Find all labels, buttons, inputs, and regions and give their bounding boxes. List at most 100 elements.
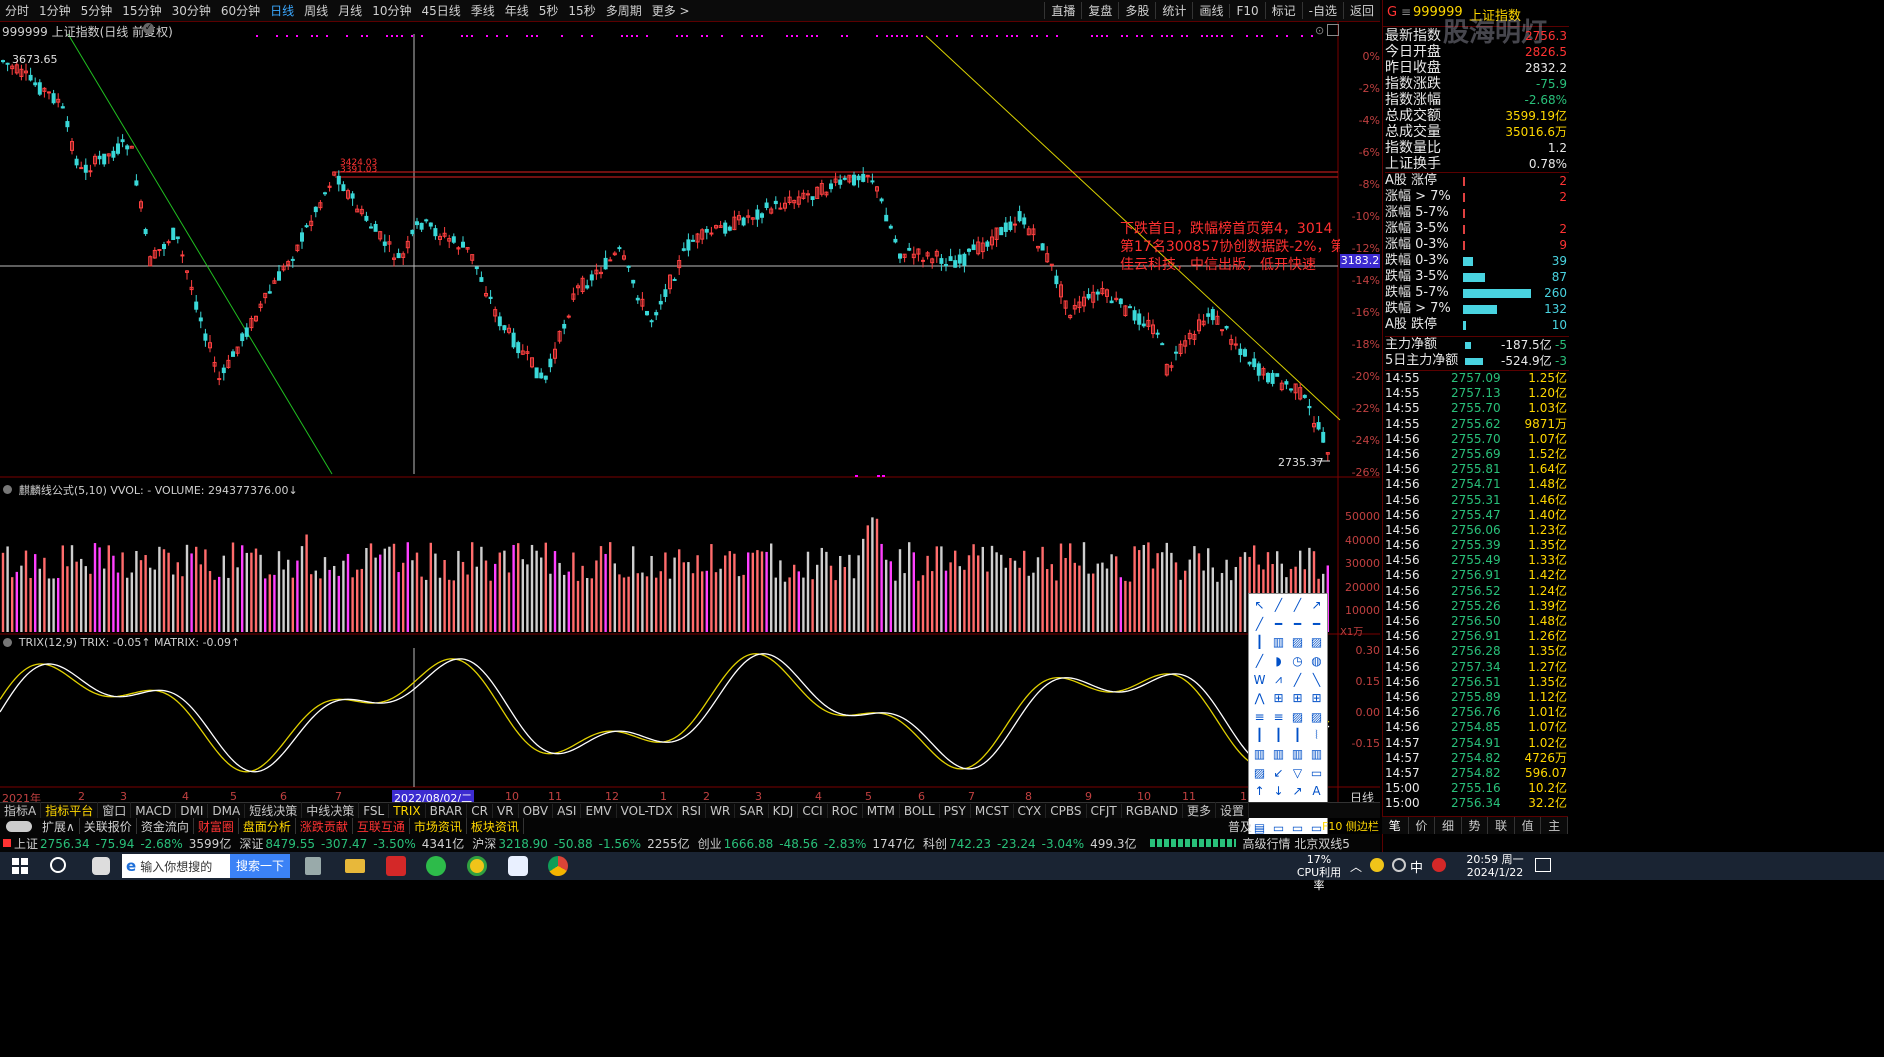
calculator-icon[interactable] (305, 857, 321, 875)
toolbar-right-item[interactable]: 复盘 (1081, 2, 1118, 19)
drawing-tool-icon[interactable]: ┃ (1250, 633, 1269, 652)
indicator-tab[interactable]: MTM (863, 803, 900, 818)
tray-network-icon[interactable] (1392, 858, 1406, 872)
drawing-tool-icon[interactable]: ▽ (1288, 763, 1307, 782)
drawing-tool-icon[interactable]: ≡ (1269, 708, 1288, 727)
period-tab[interactable]: 周线 (299, 2, 333, 19)
drawing-tool-icon[interactable]: ⩘ (1269, 670, 1288, 689)
chart-settings-icon[interactable]: ✓ (143, 23, 154, 34)
period-tab[interactable]: 季线 (466, 2, 500, 19)
right-panel-tab[interactable]: 笔 (1382, 817, 1409, 834)
sub-tab[interactable]: 市场资讯 (410, 817, 467, 835)
index-quote[interactable]: 上证 2756.34 -75.94 -2.68% 3599亿 (14, 835, 231, 852)
indicator-tab[interactable]: WR (706, 803, 736, 818)
trix-toggle-icon[interactable] (3, 638, 12, 647)
drawing-tool-icon[interactable]: ╱ (1269, 596, 1288, 615)
kline-chart[interactable] (0, 22, 1380, 807)
index-quote[interactable]: 沪深 3218.90 -50.88 -1.56% 2255亿 (472, 835, 689, 852)
volume-toggle-icon[interactable] (3, 485, 12, 494)
drawing-tool-icon[interactable]: ╱ (1250, 652, 1269, 671)
start-icon[interactable] (12, 858, 28, 874)
drawing-tool-icon[interactable]: ━ (1307, 615, 1326, 634)
indicator-tab[interactable]: DMI (176, 803, 209, 818)
indicator-tab[interactable]: FSL (359, 803, 390, 818)
drawing-tool-icon[interactable]: ╲ (1307, 670, 1326, 689)
drawing-tool-icon[interactable]: ▭ (1307, 763, 1326, 782)
indicator-tab[interactable]: RGBAND (1122, 803, 1183, 818)
sub-tab-right[interactable]: 普及 (1228, 818, 1252, 835)
indicator-tab[interactable]: 中线决策 (302, 802, 360, 819)
indicator-tab[interactable]: VR (493, 803, 519, 818)
notification-icon[interactable] (1535, 858, 1551, 872)
toolbar-right-item[interactable]: -自选 (1301, 2, 1343, 19)
toolbar-right-item[interactable]: 多股 (1118, 2, 1155, 19)
period-tab[interactable]: 45日线 (416, 2, 465, 19)
drawing-tool-icon[interactable]: ⦚ (1307, 726, 1326, 745)
index-quote[interactable]: 深证 8479.55 -307.47 -3.50% 4341亿 (239, 835, 464, 852)
wechat-icon[interactable] (426, 856, 446, 876)
sub-tab[interactable]: 互联互通 (353, 817, 410, 835)
drawing-tool-icon[interactable]: A (1307, 782, 1326, 801)
sub-tab[interactable]: 财富圈 (194, 817, 239, 835)
drawing-tool-icon[interactable]: ▥ (1288, 745, 1307, 764)
sub-tab-toggle-icon[interactable] (6, 820, 32, 832)
drawing-tool-icon[interactable]: ╱ (1288, 596, 1307, 615)
sub-tab[interactable]: 扩展∧ (38, 817, 80, 835)
drawing-tool-icon[interactable]: ↗ (1307, 596, 1326, 615)
drawing-tool-icon[interactable]: ≡ (1250, 708, 1269, 727)
indicator-tab[interactable]: 短线决策 (245, 802, 303, 819)
drawing-tool-icon[interactable]: ↖ (1250, 596, 1269, 615)
chart-area[interactable]: 999999 上证指数(日线 前复权) ✓ ⊙ 3673.65 2735.37 … (0, 22, 1380, 857)
chrome-icon[interactable] (548, 856, 568, 876)
tray-app-icon[interactable] (1370, 858, 1384, 872)
drawing-tool-icon[interactable]: ╱ (1288, 670, 1307, 689)
drawing-tool-icon[interactable]: ┃ (1288, 726, 1307, 745)
indicator-tab[interactable]: DMA (208, 803, 246, 818)
drawing-tool-icon[interactable]: ▨ (1288, 708, 1307, 727)
drawing-tool-icon[interactable]: ┃ (1269, 726, 1288, 745)
drawing-tool-icon[interactable]: ━ (1269, 615, 1288, 634)
period-tab[interactable]: 15秒 (563, 2, 600, 19)
tick-list[interactable]: 14:55 2757.09 1.25亿 14:55 2757.13 1.20亿 14:55 2… (1385, 370, 1569, 811)
drawing-tool-icon[interactable]: ▨ (1250, 763, 1269, 782)
clock[interactable]: 20:59 周一 2024/1/22 (1460, 853, 1530, 879)
toolbar-right-item[interactable]: F10 (1229, 3, 1264, 18)
drawing-tool-icon[interactable]: ↙ (1269, 763, 1288, 782)
sub-tab[interactable]: 涨跌贡献 (296, 817, 353, 835)
drawing-tool-icon[interactable]: ↓ (1269, 782, 1288, 801)
drawing-tool-icon[interactable]: ╱ (1250, 615, 1269, 634)
toolbar-right-item[interactable]: 直播 (1044, 2, 1081, 19)
app-blue-icon[interactable] (508, 856, 528, 876)
toolbar-right-item[interactable]: 画线 (1192, 2, 1229, 19)
drawing-tool-icon[interactable]: ↗ (1288, 782, 1307, 801)
period-tab[interactable]: 分时 (0, 2, 34, 19)
indicator-tab[interactable]: OBV (519, 803, 554, 818)
indicator-tab[interactable]: 更多 (1183, 802, 1216, 819)
period-tab[interactable]: 60分钟 (216, 2, 265, 19)
browser-search-input[interactable]: 输入你想搜的 (140, 858, 230, 875)
indicator-tab[interactable]: CPBS (1046, 803, 1087, 818)
drawing-tool-icon[interactable]: W (1250, 670, 1269, 689)
period-tab[interactable]: 5分钟 (76, 2, 118, 19)
period-tab[interactable]: 月线 (333, 2, 367, 19)
drawing-tool-icon[interactable]: ▥ (1269, 633, 1288, 652)
close-chart-icon[interactable]: ⊙ (1315, 24, 1324, 37)
indicator-tab[interactable]: SAR (735, 803, 769, 818)
indicator-tab[interactable]: 设置 (1216, 802, 1250, 819)
indicator-tab[interactable]: CCI (798, 803, 828, 818)
right-panel-tab[interactable]: 值 (1515, 817, 1542, 834)
indicator-tab[interactable]: VOL-TDX (617, 803, 678, 818)
search-icon[interactable] (50, 857, 66, 873)
sub-tab[interactable]: 资金流向 (137, 817, 194, 835)
toolbar-right-item[interactable]: 返回 (1342, 2, 1380, 19)
index-quote[interactable]: 创业 1666.88 -48.56 -2.83% 1747亿 (698, 835, 915, 852)
indicator-tab[interactable]: 指标平台 (41, 802, 99, 819)
drawing-tool-icon[interactable]: ⋀ (1250, 689, 1269, 708)
sub-tab[interactable]: 板块资讯 (467, 817, 524, 835)
right-panel-tab[interactable]: 主 (1541, 817, 1569, 834)
tray-chevron-icon[interactable]: ︿ (1350, 858, 1362, 875)
folder-icon[interactable] (345, 859, 365, 873)
period-tab[interactable]: 30分钟 (167, 2, 216, 19)
app-red-icon[interactable] (386, 856, 406, 876)
right-panel-tab[interactable]: 细 (1435, 817, 1462, 834)
